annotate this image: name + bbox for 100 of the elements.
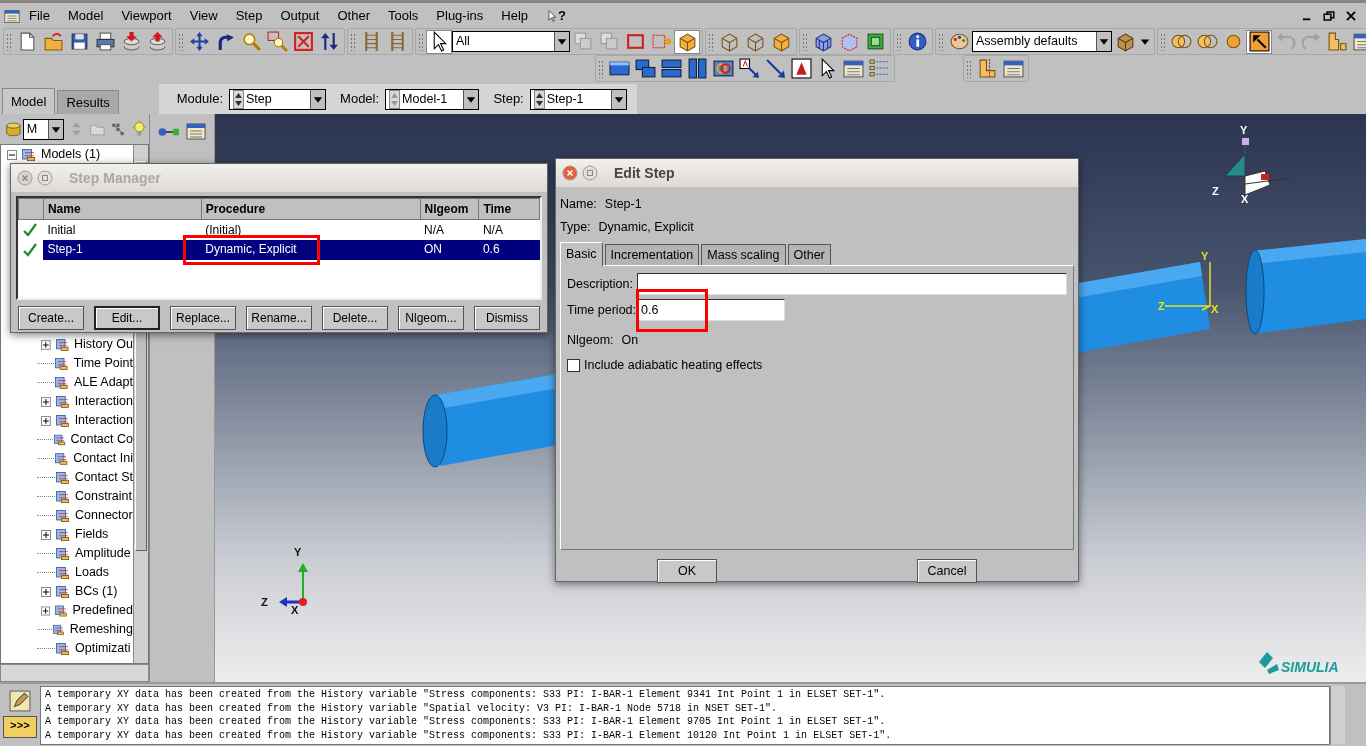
import-icon[interactable] [120,31,142,52]
zoom-icon[interactable] [240,31,262,52]
checkbox[interactable]: Include adiabatic heating effects [567,353,1067,377]
tree-item[interactable]: Contact Ini [1,449,133,468]
expand-icon[interactable] [41,396,51,407]
spinner-icon[interactable] [533,89,545,109]
spinner-icon[interactable] [233,89,245,109]
render-style-dropdown[interactable]: Assembly defaults [972,31,1112,52]
expand-icon[interactable] [41,339,51,350]
tile-columns-icon[interactable] [686,58,708,79]
tile-rows-icon[interactable] [660,58,682,79]
dialog-button[interactable]: Cancel [917,559,977,583]
restore-icon[interactable] [1322,8,1336,23]
zoom-box-icon[interactable] [266,31,288,52]
scrollbar[interactable] [1330,686,1345,744]
expand-icon[interactable] [41,415,51,426]
field-label: Name: [560,197,597,212]
window-icon[interactable] [185,120,206,142]
close-icon[interactable] [1344,8,1358,23]
expand-icon[interactable] [41,529,51,540]
menu-item[interactable]: Help [492,7,538,24]
tree-item[interactable]: Time Point [1,354,133,373]
tree-item[interactable]: ALE Adapt [1,373,133,392]
menu-item[interactable]: Output [271,7,329,24]
command-button[interactable]: >>> [3,716,37,738]
dialog-button[interactable]: Delete... [322,306,388,330]
export-icon[interactable] [146,31,168,52]
scrollbar[interactable] [0,664,149,682]
app-menu-icon[interactable] [4,7,20,24]
dialog-button[interactable]: Nlgeom... [398,306,464,330]
info-icon[interactable] [906,31,928,52]
expand-icon[interactable] [41,586,51,597]
maximize-icon[interactable] [582,165,598,181]
selection-filter-dropdown[interactable]: All [452,31,570,52]
menu-item[interactable]: File [20,7,59,24]
context-dropdown[interactable]: Model-1 [385,88,480,110]
tree-tab[interactable]: Results [57,90,119,114]
tree-filter-dropdown[interactable]: M [22,118,65,140]
column-header[interactable]: Procedure [201,198,421,220]
blocks-icon[interactable] [1326,31,1348,52]
menu-item[interactable]: Other [328,7,379,24]
context-dropdown[interactable]: Step [229,88,327,110]
dialog-button[interactable]: Replace... [170,306,236,330]
label-arrow-icon[interactable] [738,58,760,79]
cascade-icon[interactable] [634,58,656,79]
tab[interactable]: Other [787,244,831,265]
help-pointer-button[interactable]: ? [537,7,575,24]
move-icon[interactable] [188,31,210,52]
dialog-button[interactable]: OK [657,559,717,583]
overlay-icon[interactable] [712,58,734,79]
dialog-button[interactable]: Edit... [94,306,160,330]
tree-item[interactable]: Fields [1,525,133,544]
spinner-icon[interactable] [389,89,401,109]
pencil-icon[interactable] [9,690,31,712]
collapse-icon[interactable] [7,149,17,160]
tree-item[interactable]: BCs (1) [1,582,133,601]
menu-item[interactable]: Tools [378,7,428,24]
column-header[interactable]: Time [478,198,540,220]
input-field[interactable]: 0.6 [637,299,785,321]
fit-view-icon[interactable] [292,31,314,52]
window-icon[interactable] [842,58,864,79]
input-field[interactable] [636,273,1067,295]
tree-item[interactable]: Contact St [1,468,133,487]
maximize-icon[interactable] [37,170,53,186]
context-dropdown[interactable]: Step-1 [529,88,627,110]
column-header[interactable]: Nlgeom [420,198,479,220]
tab[interactable]: Mass scaling [701,244,786,265]
window-icon[interactable] [1002,58,1024,79]
nodes-icon[interactable] [109,120,127,138]
palette-icon[interactable] [948,31,970,52]
dialog-button[interactable]: Create... [18,306,84,330]
expand-icon[interactable] [41,605,51,616]
tree-item[interactable]: Constraint [1,487,133,506]
tree-item[interactable]: Models (1) [1,145,133,164]
tree-item[interactable]: Connector [1,506,133,525]
tree-item[interactable]: Loads [1,563,133,582]
menu-item[interactable]: Viewport [112,7,181,24]
tree-item[interactable]: Predefined [1,601,133,620]
arrow-icon[interactable] [764,58,786,79]
menu-item[interactable]: Step [226,7,272,24]
tree-item[interactable]: Interaction [1,392,133,411]
menu-item[interactable]: Plug-ins [427,7,493,24]
tree-item[interactable]: Interaction [1,411,133,430]
tree-item[interactable]: History Ou [1,335,133,354]
tree-tab[interactable]: Model [2,88,56,114]
tab[interactable]: Basic [560,242,603,266]
tree-item[interactable]: Amplitude [1,544,133,563]
triangle-box-icon[interactable] [790,58,812,79]
dialog-button[interactable]: Rename... [246,306,312,330]
column-header[interactable]: Name [43,198,202,220]
tree-item[interactable]: Contact Co [1,430,133,449]
tab[interactable]: Incrementation [604,244,700,265]
printer-icon[interactable] [94,31,116,52]
tree-item[interactable]: Remeshing [1,620,133,639]
menu-item[interactable]: Model [58,7,113,24]
crop-box-icon[interactable] [624,31,646,52]
menu-item[interactable]: View [180,7,227,24]
tree-item[interactable]: Optimizati [1,639,133,658]
list-icon[interactable] [868,58,890,79]
dialog-button[interactable]: Dismiss [474,306,540,330]
